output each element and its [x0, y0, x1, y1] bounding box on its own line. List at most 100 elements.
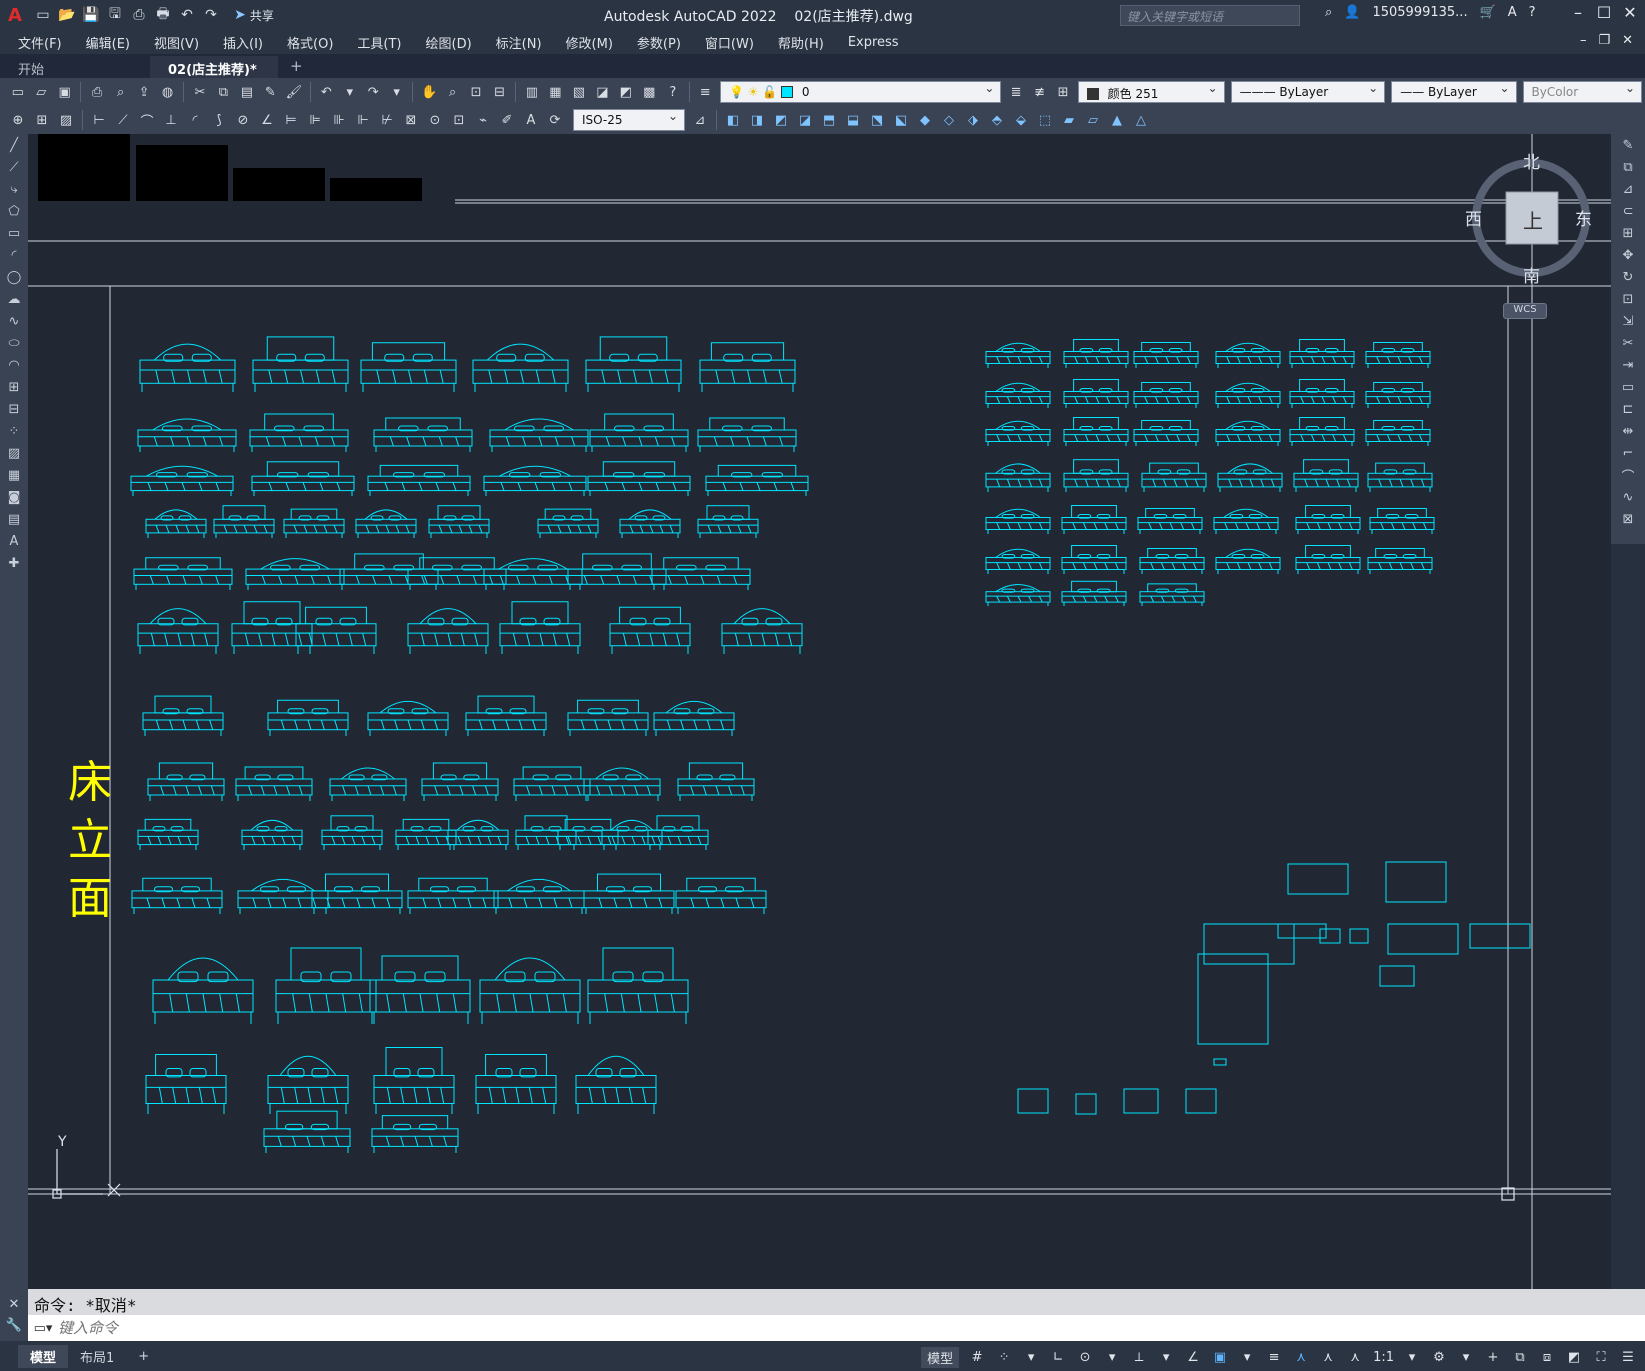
redo-icon[interactable]: ↷: [362, 81, 383, 103]
undo-icon[interactable]: ↶: [176, 4, 198, 26]
wcs-menu[interactable]: WCS: [1503, 303, 1547, 319]
zoom-window-icon[interactable]: ⊡: [465, 81, 486, 103]
insert-block-icon[interactable]: ⊕: [7, 109, 29, 131]
mtext-icon[interactable]: A: [0, 530, 28, 552]
gradient-icon[interactable]: ▦: [0, 464, 28, 486]
plot-icon[interactable]: ⎙: [86, 81, 107, 103]
insert-block-icon[interactable]: ⊞: [0, 376, 28, 398]
annotation-visibility-icon[interactable]: ⋏: [1292, 1350, 1310, 1365]
offset-icon[interactable]: ⊂: [1611, 200, 1645, 222]
menu-view[interactable]: 视图(V): [154, 33, 199, 52]
tab-layout1[interactable]: 布局1: [68, 1345, 126, 1368]
doc-close-button[interactable]: ✕: [1622, 33, 1633, 48]
redo-dropdown-icon[interactable]: ▾: [386, 81, 407, 103]
polyline-icon[interactable]: ⤷: [0, 178, 28, 200]
explode-icon[interactable]: ⊠: [1611, 508, 1645, 530]
properties-icon[interactable]: ▥: [521, 81, 542, 103]
tab-drawing[interactable]: 02(店主推荐)* ✕: [150, 56, 278, 93]
menu-edit[interactable]: 编辑(E): [86, 33, 130, 52]
dim-update-icon[interactable]: ⟳: [544, 109, 566, 131]
command-prompt-icon[interactable]: ▭▾: [28, 1321, 58, 1336]
aligned-dim-icon[interactable]: ⟋: [112, 109, 134, 131]
menu-window[interactable]: 窗口(W): [705, 33, 754, 52]
workspace-gear-icon[interactable]: ⚙: [1430, 1350, 1448, 1365]
tab-start[interactable]: 开始: [0, 56, 150, 78]
doc-minimize-button[interactable]: –: [1580, 33, 1587, 48]
globe-icon[interactable]: ◍: [157, 81, 178, 103]
jogged-linear-icon[interactable]: ⌁: [472, 109, 494, 131]
revcloud-icon[interactable]: ☁: [0, 288, 28, 310]
jogged-dim-icon[interactable]: ⟆: [208, 109, 230, 131]
check-icon[interactable]: ▲: [1106, 109, 1128, 131]
zoom-realtime-icon[interactable]: ⌕: [442, 81, 463, 103]
layer-states-icon[interactable]: ⊞: [1052, 81, 1073, 103]
object-snap-icon[interactable]: ▣: [1211, 1350, 1229, 1365]
imprint-icon[interactable]: ⬗: [962, 109, 984, 131]
break-icon[interactable]: ⊏: [1611, 398, 1645, 420]
snap-icon[interactable]: ⁘: [995, 1350, 1013, 1365]
section-icon[interactable]: ⬕: [890, 109, 912, 131]
annotation-monitor-icon[interactable]: +: [1484, 1350, 1502, 1365]
join-icon[interactable]: ⇹: [1611, 420, 1645, 442]
radius-dim-icon[interactable]: ◜: [184, 109, 206, 131]
snap-dropdown-icon[interactable]: ▾: [1022, 1350, 1040, 1365]
ellipse-arc-icon[interactable]: ◠: [0, 354, 28, 376]
chamfer-icon[interactable]: ⌐: [1611, 442, 1645, 464]
layer-select[interactable]: 💡 ☀ 🔓 0: [719, 81, 1002, 103]
scale-dropdown-icon[interactable]: ▾: [1403, 1350, 1421, 1365]
region-icon[interactable]: ◙: [0, 486, 28, 508]
tab-model[interactable]: 模型: [18, 1344, 69, 1368]
matchprop-icon[interactable]: ✎: [260, 81, 281, 103]
revolve-icon[interactable]: ⬓: [842, 109, 864, 131]
object-snap-tracking-icon[interactable]: ∠: [1184, 1350, 1202, 1365]
publish-icon[interactable]: ⎙: [128, 4, 150, 26]
add-selected-icon[interactable]: ✚: [0, 552, 28, 574]
preview-icon[interactable]: ⌕: [110, 81, 131, 103]
command-line-handle[interactable]: ✕ 🔧: [0, 1289, 28, 1341]
open-file-icon[interactable]: 📂: [56, 4, 78, 26]
angular-dim-icon[interactable]: ∠: [256, 109, 278, 131]
hatch-icon[interactable]: ▨: [55, 109, 77, 131]
ellipse-icon[interactable]: ⬭: [0, 332, 28, 354]
autocad-logo-icon[interactable]: A: [0, 5, 30, 26]
linear-dim-icon[interactable]: ⊢: [88, 109, 110, 131]
polygon-icon[interactable]: ⬠: [0, 200, 28, 222]
annotation-scale-icon[interactable]: ⋏: [1346, 1350, 1364, 1365]
menu-parametric[interactable]: 参数(P): [637, 33, 681, 52]
qnew-icon[interactable]: ▭: [7, 81, 28, 103]
menu-format[interactable]: 格式(O): [287, 33, 333, 52]
ortho-icon[interactable]: ∟: [1049, 1350, 1067, 1365]
open-icon[interactable]: ▱: [30, 81, 51, 103]
help-icon[interactable]: ?: [1529, 5, 1536, 20]
erase-icon[interactable]: ✎: [1611, 134, 1645, 156]
interfere-icon[interactable]: ◆: [914, 109, 936, 131]
tolerance-icon[interactable]: ⊠: [400, 109, 422, 131]
viewcube[interactable]: 北 南 东 西 上: [1465, 148, 1600, 287]
save-as-icon[interactable]: 🖫: [104, 4, 126, 26]
mirror-icon[interactable]: ⊿: [1611, 178, 1645, 200]
undo-dropdown-icon[interactable]: ▾: [339, 81, 360, 103]
inspect-icon[interactable]: ⊡: [448, 109, 470, 131]
menu-insert[interactable]: 插入(I): [223, 33, 263, 52]
clean-icon[interactable]: ▱: [1082, 109, 1104, 131]
move-icon[interactable]: ✥: [1611, 244, 1645, 266]
viewcube-north[interactable]: 北: [1523, 148, 1540, 173]
color-faces-icon[interactable]: ⬘: [986, 109, 1008, 131]
arc-length-icon[interactable]: ⌒: [136, 109, 158, 131]
new-tab-button[interactable]: +: [278, 54, 315, 78]
layer-properties-icon[interactable]: ≡: [694, 81, 715, 103]
search-icon[interactable]: ⌕: [1325, 5, 1332, 20]
viewcube-south[interactable]: 南: [1523, 262, 1540, 287]
make-block-icon[interactable]: ⊟: [0, 398, 28, 420]
isodraft-dropdown-icon[interactable]: ▾: [1157, 1350, 1175, 1365]
cart-icon[interactable]: 🛒: [1480, 5, 1496, 20]
drawing-canvas[interactable]: Y 床立面: [28, 134, 1611, 1289]
array-icon[interactable]: ⊞: [1611, 222, 1645, 244]
box-icon[interactable]: ◧: [722, 109, 744, 131]
dimtedit-icon[interactable]: A: [520, 109, 542, 131]
copy-icon[interactable]: ⧉: [213, 81, 234, 103]
help-icon[interactable]: ?: [662, 81, 683, 103]
extend-icon[interactable]: ⇥: [1611, 354, 1645, 376]
separate-icon[interactable]: ▰: [1058, 109, 1080, 131]
menu-express[interactable]: Express: [848, 35, 899, 50]
